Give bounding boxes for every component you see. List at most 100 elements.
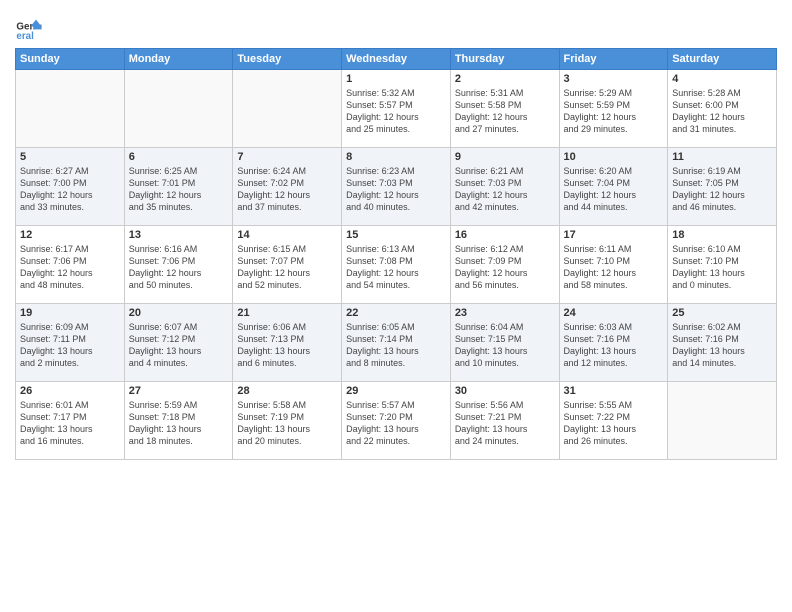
- calendar-cell: 12 Sunrise: 6:17 AM Sunset: 7:06 PM Dayli…: [16, 226, 125, 304]
- calendar-cell: 31 Sunrise: 5:55 AM Sunset: 7:22 PM Dayli…: [559, 382, 668, 460]
- logo: Gen eral: [15, 14, 45, 42]
- day-number: 8: [346, 151, 446, 163]
- svg-text:eral: eral: [16, 31, 34, 42]
- day-number: 2: [455, 73, 555, 85]
- day-number: 31: [564, 385, 664, 397]
- calendar: SundayMondayTuesdayWednesdayThursdayFrid…: [15, 48, 777, 460]
- day-number: 12: [20, 229, 120, 241]
- day-number: 30: [455, 385, 555, 397]
- calendar-cell: 1 Sunrise: 5:32 AM Sunset: 5:57 PM Daylig…: [342, 70, 451, 148]
- day-info: Sunrise: 5:59 AM Sunset: 7:18 PM Dayligh…: [129, 399, 229, 448]
- calendar-cell: 19 Sunrise: 6:09 AM Sunset: 7:11 PM Dayli…: [16, 304, 125, 382]
- day-number: 10: [564, 151, 664, 163]
- day-info: Sunrise: 6:24 AM Sunset: 7:02 PM Dayligh…: [237, 165, 337, 214]
- calendar-cell: 4 Sunrise: 5:28 AM Sunset: 6:00 PM Daylig…: [668, 70, 777, 148]
- calendar-cell: 17Sunrise: 6:11 AM Sunset: 7:10 PM Dayli…: [559, 226, 668, 304]
- day-info: Sunrise: 6:03 AM Sunset: 7:16 PM Dayligh…: [564, 321, 664, 370]
- weekday-header-monday: Monday: [124, 49, 233, 70]
- day-info: Sunrise: 6:11 AM Sunset: 7:10 PM Dayligh…: [564, 243, 664, 292]
- day-info: Sunrise: 6:02 AM Sunset: 7:16 PM Dayligh…: [672, 321, 772, 370]
- day-info: Sunrise: 6:17 AM Sunset: 7:06 PM Dayligh…: [20, 243, 120, 292]
- day-number: 5: [20, 151, 120, 163]
- weekday-header-sunday: Sunday: [16, 49, 125, 70]
- calendar-cell: [668, 382, 777, 460]
- calendar-cell: 29 Sunrise: 5:57 AM Sunset: 7:20 PM Dayli…: [342, 382, 451, 460]
- day-info: Sunrise: 5:57 AM Sunset: 7:20 PM Dayligh…: [346, 399, 446, 448]
- day-info: Sunrise: 5:56 AM Sunset: 7:21 PM Dayligh…: [455, 399, 555, 448]
- calendar-week-row: 26 Sunrise: 6:01 AM Sunset: 7:17 PM Dayli…: [16, 382, 777, 460]
- day-number: 3: [564, 73, 664, 85]
- calendar-cell: [124, 70, 233, 148]
- day-number: 4: [672, 73, 772, 85]
- calendar-cell: 14 Sunrise: 6:15 AM Sunset: 7:07 PM Dayli…: [233, 226, 342, 304]
- day-info: Sunrise: 6:01 AM Sunset: 7:17 PM Dayligh…: [20, 399, 120, 448]
- day-number: 28: [237, 385, 337, 397]
- day-info: Sunrise: 5:29 AM Sunset: 5:59 PM Dayligh…: [564, 87, 664, 136]
- calendar-week-row: 12 Sunrise: 6:17 AM Sunset: 7:06 PM Dayli…: [16, 226, 777, 304]
- day-info: Sunrise: 6:21 AM Sunset: 7:03 PM Dayligh…: [455, 165, 555, 214]
- calendar-cell: 6Sunrise: 6:25 AM Sunset: 7:01 PM Daylig…: [124, 148, 233, 226]
- calendar-cell: 13Sunrise: 6:16 AM Sunset: 7:06 PM Dayli…: [124, 226, 233, 304]
- header: Gen eral: [15, 10, 777, 42]
- day-info: Sunrise: 6:15 AM Sunset: 7:07 PM Dayligh…: [237, 243, 337, 292]
- day-info: Sunrise: 6:06 AM Sunset: 7:13 PM Dayligh…: [237, 321, 337, 370]
- day-number: 1: [346, 73, 446, 85]
- calendar-week-row: 5 Sunrise: 6:27 AM Sunset: 7:00 PM Daylig…: [16, 148, 777, 226]
- calendar-cell: 23 Sunrise: 6:04 AM Sunset: 7:15 PM Dayli…: [450, 304, 559, 382]
- day-number: 6: [129, 151, 229, 163]
- calendar-cell: 20Sunrise: 6:07 AM Sunset: 7:12 PM Dayli…: [124, 304, 233, 382]
- calendar-week-row: 19 Sunrise: 6:09 AM Sunset: 7:11 PM Dayli…: [16, 304, 777, 382]
- calendar-cell: 16 Sunrise: 6:12 AM Sunset: 7:09 PM Dayli…: [450, 226, 559, 304]
- day-number: 27: [129, 385, 229, 397]
- day-info: Sunrise: 5:31 AM Sunset: 5:58 PM Dayligh…: [455, 87, 555, 136]
- day-number: 7: [237, 151, 337, 163]
- day-number: 26: [20, 385, 120, 397]
- calendar-cell: 15Sunrise: 6:13 AM Sunset: 7:08 PM Dayli…: [342, 226, 451, 304]
- calendar-cell: [16, 70, 125, 148]
- day-number: 14: [237, 229, 337, 241]
- day-info: Sunrise: 6:19 AM Sunset: 7:05 PM Dayligh…: [672, 165, 772, 214]
- weekday-header-thursday: Thursday: [450, 49, 559, 70]
- day-info: Sunrise: 6:04 AM Sunset: 7:15 PM Dayligh…: [455, 321, 555, 370]
- weekday-header-row: SundayMondayTuesdayWednesdayThursdayFrid…: [16, 49, 777, 70]
- day-info: Sunrise: 6:10 AM Sunset: 7:10 PM Dayligh…: [672, 243, 772, 292]
- calendar-week-row: 1 Sunrise: 5:32 AM Sunset: 5:57 PM Daylig…: [16, 70, 777, 148]
- calendar-cell: 3 Sunrise: 5:29 AM Sunset: 5:59 PM Daylig…: [559, 70, 668, 148]
- day-info: Sunrise: 6:23 AM Sunset: 7:03 PM Dayligh…: [346, 165, 446, 214]
- calendar-cell: 9 Sunrise: 6:21 AM Sunset: 7:03 PM Daylig…: [450, 148, 559, 226]
- day-number: 22: [346, 307, 446, 319]
- calendar-cell: [233, 70, 342, 148]
- day-number: 23: [455, 307, 555, 319]
- weekday-header-saturday: Saturday: [668, 49, 777, 70]
- day-info: Sunrise: 5:28 AM Sunset: 6:00 PM Dayligh…: [672, 87, 772, 136]
- day-number: 19: [20, 307, 120, 319]
- day-number: 15: [346, 229, 446, 241]
- calendar-cell: 22 Sunrise: 6:05 AM Sunset: 7:14 PM Dayli…: [342, 304, 451, 382]
- calendar-cell: 11 Sunrise: 6:19 AM Sunset: 7:05 PM Dayli…: [668, 148, 777, 226]
- day-number: 21: [237, 307, 337, 319]
- day-number: 9: [455, 151, 555, 163]
- day-number: 24: [564, 307, 664, 319]
- day-info: Sunrise: 6:20 AM Sunset: 7:04 PM Dayligh…: [564, 165, 664, 214]
- logo-icon: Gen eral: [15, 14, 43, 42]
- day-info: Sunrise: 6:05 AM Sunset: 7:14 PM Dayligh…: [346, 321, 446, 370]
- day-number: 16: [455, 229, 555, 241]
- day-info: Sunrise: 5:58 AM Sunset: 7:19 PM Dayligh…: [237, 399, 337, 448]
- day-number: 29: [346, 385, 446, 397]
- calendar-cell: 7 Sunrise: 6:24 AM Sunset: 7:02 PM Daylig…: [233, 148, 342, 226]
- day-info: Sunrise: 6:27 AM Sunset: 7:00 PM Dayligh…: [20, 165, 120, 214]
- day-number: 18: [672, 229, 772, 241]
- day-info: Sunrise: 5:32 AM Sunset: 5:57 PM Dayligh…: [346, 87, 446, 136]
- calendar-cell: 18 Sunrise: 6:10 AM Sunset: 7:10 PM Dayli…: [668, 226, 777, 304]
- day-number: 11: [672, 151, 772, 163]
- calendar-cell: 10 Sunrise: 6:20 AM Sunset: 7:04 PM Dayli…: [559, 148, 668, 226]
- weekday-header-tuesday: Tuesday: [233, 49, 342, 70]
- day-info: Sunrise: 6:09 AM Sunset: 7:11 PM Dayligh…: [20, 321, 120, 370]
- day-info: Sunrise: 5:55 AM Sunset: 7:22 PM Dayligh…: [564, 399, 664, 448]
- calendar-cell: 27 Sunrise: 5:59 AM Sunset: 7:18 PM Dayli…: [124, 382, 233, 460]
- calendar-cell: 24 Sunrise: 6:03 AM Sunset: 7:16 PM Dayli…: [559, 304, 668, 382]
- calendar-cell: 2 Sunrise: 5:31 AM Sunset: 5:58 PM Daylig…: [450, 70, 559, 148]
- calendar-cell: 28 Sunrise: 5:58 AM Sunset: 7:19 PM Dayli…: [233, 382, 342, 460]
- day-info: Sunrise: 6:12 AM Sunset: 7:09 PM Dayligh…: [455, 243, 555, 292]
- weekday-header-friday: Friday: [559, 49, 668, 70]
